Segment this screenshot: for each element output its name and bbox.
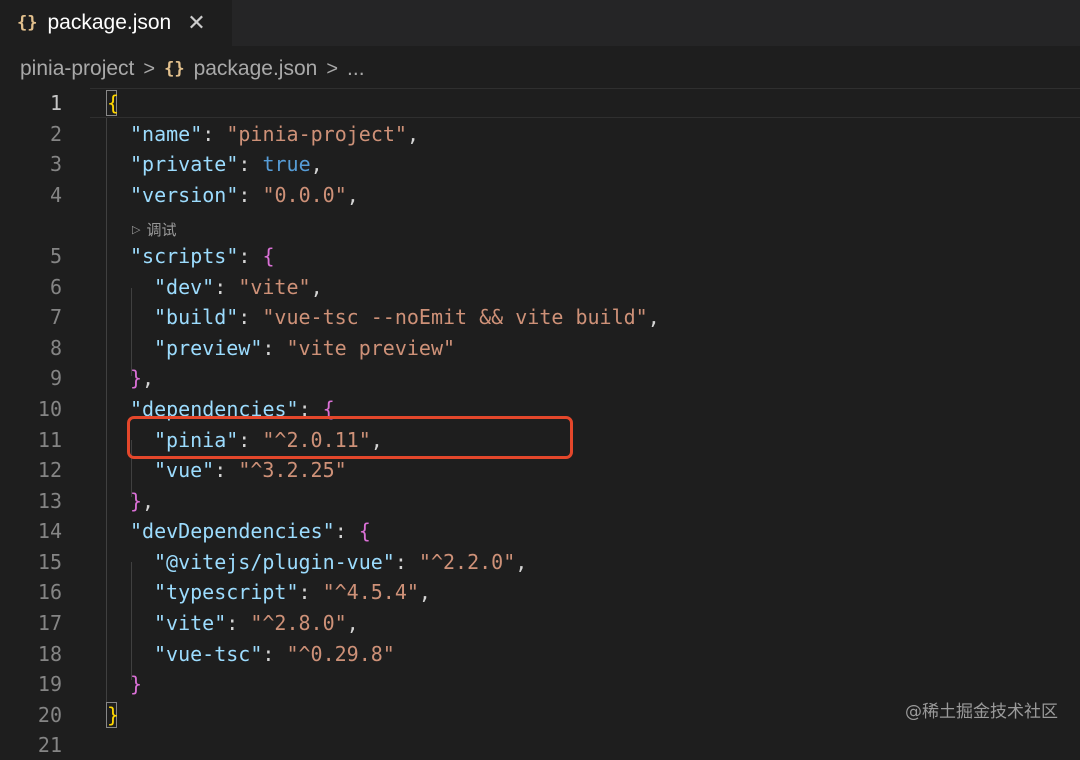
line-number: 16: [37, 580, 62, 604]
line-number: 19: [37, 672, 62, 696]
code-line: 4 "version": "0.0.0",: [0, 180, 1080, 210]
code-text: "vue": "^3.2.25": [154, 458, 347, 482]
line-number: 21: [37, 733, 62, 757]
line-number: 5: [49, 244, 62, 268]
codelens-label: 调试: [146, 221, 177, 239]
watermark: @稀土掘金技术社区: [905, 702, 1058, 722]
code-line: 9 },: [0, 363, 1080, 393]
code-line: 21: [0, 730, 1080, 760]
line-number: 3: [49, 152, 62, 176]
play-icon: ▷: [132, 223, 141, 236]
code-line: 2 "name": "pinia-project",: [0, 119, 1080, 149]
breadcrumb-more[interactable]: ...: [347, 57, 365, 81]
code-line: 7 "build": "vue-tsc --noEmit && vite bui…: [0, 302, 1080, 332]
line-number: 8: [49, 336, 62, 360]
line-number: 18: [37, 642, 62, 666]
code-line: 16 "typescript": "^4.5.4",: [0, 577, 1080, 607]
code-text: "vite": "^2.8.0",: [154, 611, 359, 635]
code-text: }: [107, 703, 120, 727]
code-text: "vue-tsc": "^0.29.8": [154, 642, 395, 666]
code-text: "build": "vue-tsc --noEmit && vite build…: [154, 305, 660, 329]
breadcrumb-file[interactable]: package.json: [194, 57, 318, 81]
code-editor[interactable]: 1 { 2 "name": "pinia-project", 3 "privat…: [0, 88, 1080, 757]
code-line: 14 "devDependencies": {: [0, 516, 1080, 546]
line-number: 15: [37, 550, 62, 574]
code-text: "dev": "vite",: [154, 275, 323, 299]
line-number: 13: [37, 489, 62, 513]
code-line: 17 "vite": "^2.8.0",: [0, 608, 1080, 638]
json-file-icon: {}: [164, 59, 185, 79]
close-icon[interactable]: ✕: [187, 10, 205, 36]
code-line: 12 "vue": "^3.2.25": [0, 455, 1080, 485]
code-line: 6 "dev": "vite",: [0, 272, 1080, 302]
line-number: 11: [37, 428, 62, 452]
line-number: 10: [37, 397, 62, 421]
chevron-right-icon: >: [143, 57, 156, 80]
tab-label: package.json: [47, 11, 172, 34]
code-line: 8 "preview": "vite preview": [0, 333, 1080, 363]
line-number: 4: [49, 183, 62, 207]
code-line: 19 }: [0, 669, 1080, 699]
json-file-icon: {}: [17, 13, 38, 33]
code-text: "devDependencies": {: [130, 519, 371, 543]
line-number: 20: [37, 703, 62, 727]
code-line: 15 "@vitejs/plugin-vue": "^2.2.0",: [0, 547, 1080, 577]
code-text: },: [130, 489, 155, 513]
code-text: {: [107, 91, 120, 115]
code-line: 18 "vue-tsc": "^0.29.8": [0, 639, 1080, 669]
code-line: 13 },: [0, 486, 1080, 516]
line-number: 6: [49, 275, 62, 299]
tab-package-json[interactable]: {} package.json ✕: [0, 0, 232, 46]
code-text: "scripts": {: [130, 244, 275, 268]
line-number: 12: [37, 458, 62, 482]
line-number: 17: [37, 611, 62, 635]
code-text: "private": true,: [130, 152, 323, 176]
breadcrumb: pinia-project > {} package.json > ...: [0, 46, 1080, 92]
line-number: 2: [49, 122, 62, 146]
code-text: "typescript": "^4.5.4",: [154, 580, 431, 604]
code-text: "name": "pinia-project",: [130, 122, 420, 146]
line-number: 7: [49, 305, 62, 329]
line-number: 14: [37, 519, 62, 543]
code-line: 1 {: [0, 88, 1080, 118]
line-number: 9: [49, 366, 62, 390]
code-text: },: [130, 366, 155, 390]
code-text: "version": "0.0.0",: [130, 183, 359, 207]
code-text: }: [130, 672, 143, 696]
code-line: 5 "scripts": {: [0, 241, 1080, 271]
code-text: "preview": "vite preview": [154, 336, 456, 360]
annotation-highlight-box: [127, 416, 573, 459]
line-number: 1: [49, 91, 62, 115]
code-text: "@vitejs/plugin-vue": "^2.2.0",: [154, 550, 528, 574]
breadcrumb-project[interactable]: pinia-project: [20, 57, 134, 81]
tab-bar: {} package.json ✕: [0, 0, 1080, 46]
chevron-right-icon: >: [326, 57, 339, 80]
code-line: 3 "private": true,: [0, 149, 1080, 179]
debug-codelens[interactable]: ▷ 调试: [132, 216, 176, 242]
